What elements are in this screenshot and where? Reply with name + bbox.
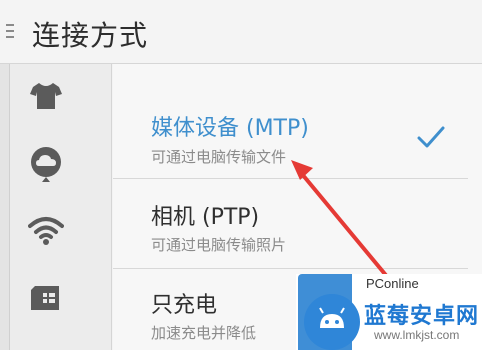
watermark-url: www.lmkjst.com [374,328,460,342]
android-logo-icon [304,294,360,350]
watermark: PConline 蓝莓安卓网 www.lmkjst.com [282,268,482,350]
watermark-name: 蓝莓安卓网 [364,304,480,329]
watermark-brand: PConline [366,276,419,291]
